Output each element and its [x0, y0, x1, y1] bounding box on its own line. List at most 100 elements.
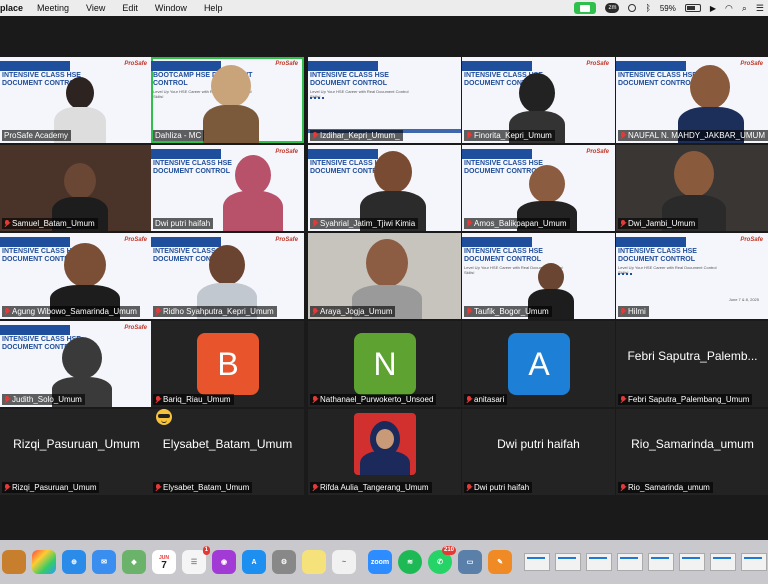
menu-edit[interactable]: Edit: [122, 3, 138, 13]
participant-display-name: Rizqi_Pasuruan_Umum: [13, 437, 140, 451]
video-tile[interactable]: Araya_Jogja_Umum: [308, 233, 461, 319]
muted-mic-icon: [620, 308, 626, 315]
participant-name-label: Dwi_Jambi_Umum: [618, 218, 699, 229]
minimized-window-thumbnail[interactable]: [679, 553, 705, 571]
participant-name-label: Bariq_Riau_Umum: [153, 394, 234, 405]
wifi-icon[interactable]: ◠: [725, 3, 733, 14]
podcasts-icon[interactable]: ◉: [212, 550, 236, 574]
video-tile[interactable]: INTENSIVE CLASS HSE DOCUMENT CONTROL Pro…: [0, 233, 153, 319]
menu-meeting[interactable]: Meeting: [37, 3, 69, 13]
video-tile-no-video[interactable]: Rio_Samarinda_umum Rio_Samarinda_umum: [616, 409, 768, 495]
notification-badge: 1: [202, 546, 210, 555]
participant-name-label: Dwi putri haifah: [153, 218, 214, 229]
calendar-icon[interactable]: JUN 7: [152, 550, 176, 574]
app-store-icon[interactable]: A: [242, 550, 266, 574]
video-tile-no-video[interactable]: Dwi putri haifah Dwi putri haifah: [462, 409, 615, 495]
video-tile-active-speaker[interactable]: BOOTCAMP HSE DOCUMENT CONTROL Level Up Y…: [151, 57, 304, 143]
minimized-window-thumbnail[interactable]: [524, 553, 550, 571]
system-settings-icon[interactable]: ⚙: [272, 550, 296, 574]
muted-mic-icon: [620, 484, 626, 491]
participant-name-label: Febri Saputra_Palembang_Umum: [618, 394, 753, 405]
notes-icon[interactable]: [302, 550, 326, 574]
preview-icon[interactable]: ▭: [458, 550, 482, 574]
video-tile-no-video[interactable]: Elysabet_Batam_Umum Elysabet_Batam_Umum: [151, 409, 304, 495]
battery-icon[interactable]: [684, 4, 701, 12]
video-tile-avatar[interactable]: A anitasari: [462, 321, 615, 407]
muted-mic-icon: [620, 396, 626, 403]
slide-title: INTENSIVE CLASS HSE DOCUMENT CONTROL: [618, 248, 697, 263]
video-tile[interactable]: INTENSIVE CLASS HSE DOCUMENT CONTROL Pro…: [462, 57, 615, 143]
minimized-window-thumbnail[interactable]: [586, 553, 612, 571]
slide-title: INTENSIVE CLASS HSE DOCUMENT CONTROL: [310, 72, 389, 87]
menu-view[interactable]: View: [86, 3, 105, 13]
video-tile[interactable]: INTENSIVE CLASS HSE DOCUMENT CONTROL Pro…: [0, 57, 153, 143]
muted-mic-icon: [155, 396, 161, 403]
spotlight-search-icon[interactable]: ⌕: [742, 3, 747, 14]
camera-in-use-icon[interactable]: [574, 2, 597, 14]
video-tile[interactable]: Dwi_Jambi_Umum: [616, 145, 768, 231]
slide-subtitle: Level Up Your HSE Career with Real Docum…: [310, 89, 409, 99]
reminders-icon[interactable]: ☰ 1: [182, 546, 210, 574]
video-tile[interactable]: INTENSIVE CLASS HSE DOCUMENT CONTROL Pro…: [151, 145, 304, 231]
avatar: B: [197, 333, 259, 395]
slide-banner: [616, 237, 686, 247]
participant-name-label: Izdihar_Kepri_Umum_: [310, 130, 403, 141]
muted-mic-icon: [466, 484, 472, 491]
muted-mic-icon: [4, 396, 10, 403]
macos-dock: ⊕ ✉ ◆ JUN 7 ☰ 1 ◉ A ⚙ ~ zoom ≋ ✆ 210 ▭ ✎: [0, 540, 768, 584]
video-tile-avatar[interactable]: B Bariq_Riau_Umum: [151, 321, 304, 407]
minimized-window-thumbnail[interactable]: [555, 553, 581, 571]
zoom-app-icon[interactable]: zoom: [368, 550, 392, 574]
app-icon[interactable]: [2, 550, 26, 574]
muted-mic-icon: [4, 308, 10, 315]
muted-mic-icon: [466, 396, 472, 403]
menu-help[interactable]: Help: [204, 3, 223, 13]
participant-name-label: ProSafe Academy: [2, 130, 72, 141]
participant-name-label: Samuel_Batam_Umum: [2, 218, 98, 229]
bluetooth-icon[interactable]: ᛒ: [645, 3, 650, 13]
video-tile[interactable]: INTENSIVE CLASS HSE DOCUMENT CONTROL Lev…: [308, 57, 461, 143]
video-tile[interactable]: INTENSIVE CLASS HSE DOCUMENT CONTROL Pro…: [151, 233, 304, 319]
minimized-window-thumbnail[interactable]: [617, 553, 643, 571]
participant-name-label: Nathanael_Purwokerto_Unsoed: [310, 394, 437, 405]
zoom-status-icon[interactable]: zm: [605, 3, 620, 13]
slide-banner: [462, 61, 532, 71]
video-tile[interactable]: INTENSIVE CLASS HSE DOCUMENT CONTROL Pro…: [462, 145, 615, 231]
control-center-icon[interactable]: ☰: [756, 3, 764, 14]
recording-icon[interactable]: [628, 4, 637, 12]
video-tile[interactable]: Samuel_Batam_Umum: [0, 145, 153, 231]
prosafe-logo: ProSafe: [586, 149, 609, 155]
video-tile[interactable]: INTENSIVE CLASS HSE DOCUMENT CONTROL Lev…: [616, 233, 768, 319]
participant-name-label: Ridho Syahputra_Kepri_Umum: [153, 306, 277, 317]
video-tile-avatar[interactable]: N Nathanael_Purwokerto_Unsoed: [308, 321, 461, 407]
slide-banner: [0, 325, 70, 335]
minimized-window-thumbnail[interactable]: [710, 553, 736, 571]
maps-icon[interactable]: ◆: [122, 550, 146, 574]
video-tile-no-video[interactable]: Febri Saputra_Palemb... Febri Saputra_Pa…: [616, 321, 768, 407]
menu-window[interactable]: Window: [155, 3, 187, 13]
mail-icon[interactable]: ✉: [92, 550, 116, 574]
slide-subtitle: Level Up Your HSE Career with Real Docum…: [618, 265, 717, 275]
play-icon[interactable]: ▶: [710, 4, 716, 13]
participant-name-label: Elysabet_Batam_Umum: [153, 482, 253, 493]
video-tile-avatar[interactable]: Rifda Aulia_Tangerang_Umum: [308, 409, 461, 495]
slide-banner: [462, 149, 532, 159]
video-tile[interactable]: INTENSIVE CLASS HSE DOCUMENT CONTROL Sya…: [308, 145, 461, 231]
video-gallery: INTENSIVE CLASS HSE DOCUMENT CONTROL Pro…: [0, 57, 768, 497]
spotify-icon[interactable]: ≋: [398, 550, 422, 574]
whatsapp-icon[interactable]: ✆ 210: [428, 546, 456, 574]
safari-icon[interactable]: ⊕: [62, 550, 86, 574]
minimized-window-thumbnail[interactable]: [741, 553, 767, 571]
freeform-icon[interactable]: ~: [332, 550, 356, 574]
minimized-window-thumbnail[interactable]: [648, 553, 674, 571]
video-tile[interactable]: INTENSIVE CLASS HSE DOCUMENT CONTROL Pro…: [0, 321, 153, 407]
video-tile[interactable]: INTENSIVE CLASS HSE DOCUMENT CONTROL Pro…: [616, 57, 768, 143]
video-tile-no-video[interactable]: Rizqi_Pasuruan_Umum Rizqi_Pasuruan_Umum: [0, 409, 153, 495]
video-tile[interactable]: INTENSIVE CLASS HSE DOCUMENT CONTROL Lev…: [462, 233, 615, 319]
avatar: A: [508, 333, 570, 395]
muted-mic-icon: [312, 396, 318, 403]
participant-name-label: Hilmi: [618, 306, 649, 317]
launchpad-icon[interactable]: [32, 550, 56, 574]
pages-icon[interactable]: ✎: [488, 550, 512, 574]
app-menu[interactable]: place: [0, 3, 23, 13]
